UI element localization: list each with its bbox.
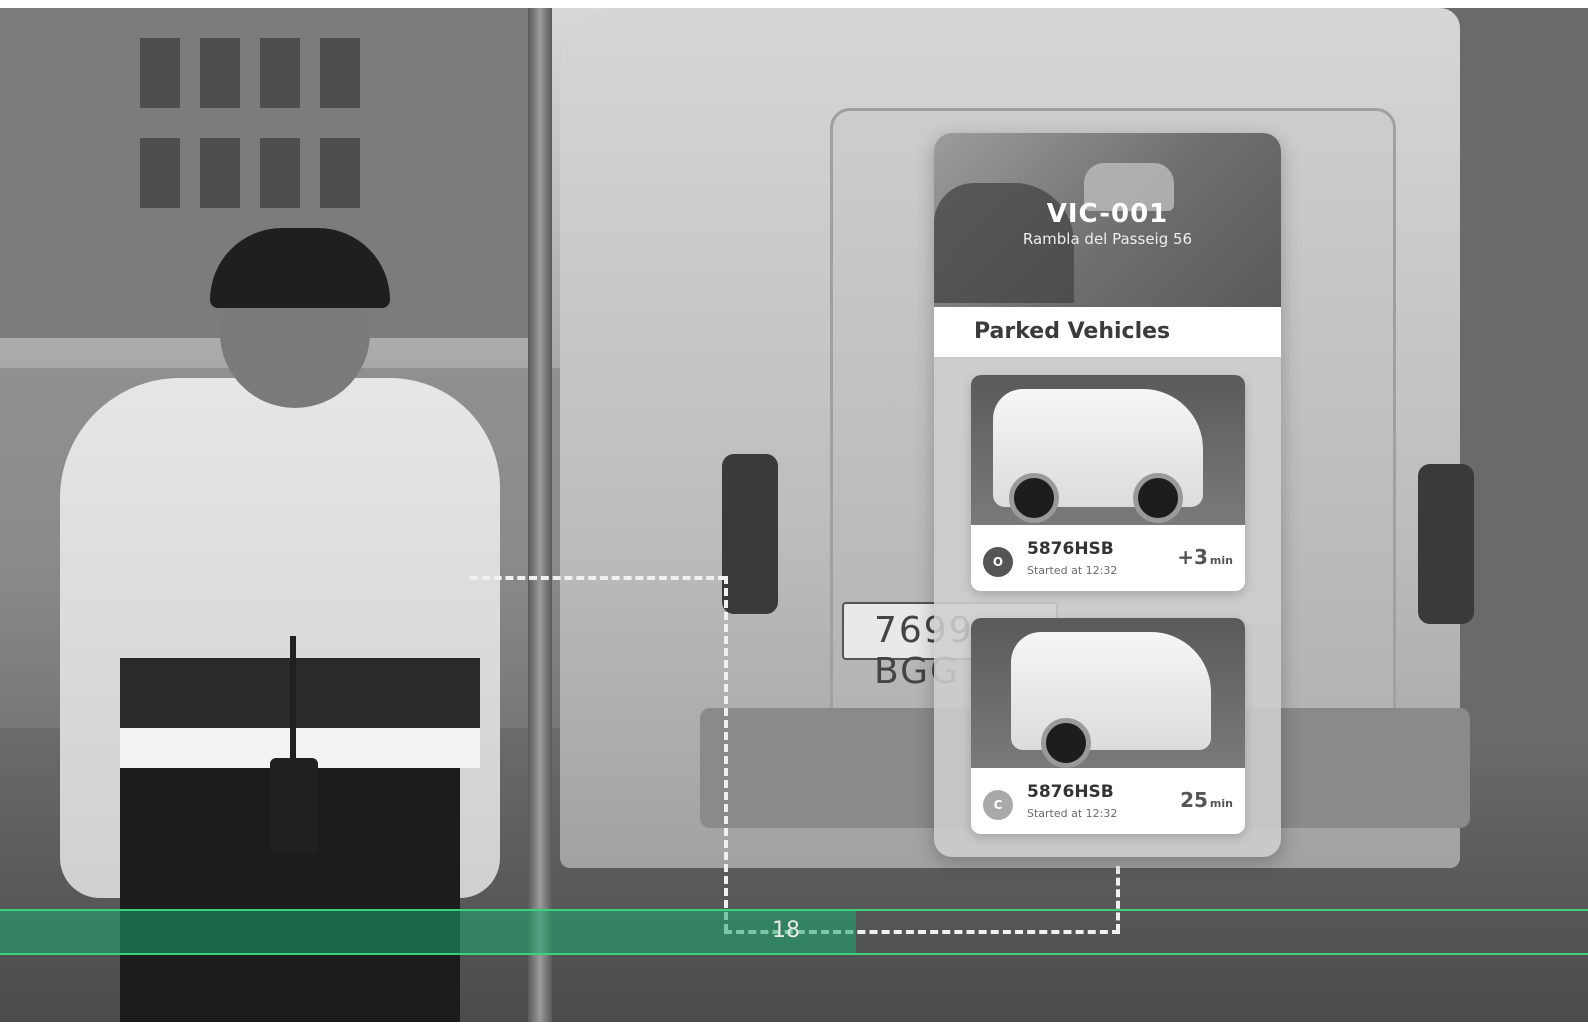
parking-duration: +3 min: [1177, 545, 1233, 569]
building-window: [260, 38, 300, 108]
street-pole: [528, 8, 552, 1022]
duration-unit: min: [1209, 797, 1233, 810]
vehicle-start-time: Started at 12:32: [1027, 807, 1118, 820]
section-title: Parked Vehicles: [974, 319, 1171, 344]
background-photo: 7699 BGG: [0, 8, 1588, 1022]
radio-antenna: [290, 636, 296, 761]
vehicle-start-time: Started at 12:32: [1027, 564, 1118, 577]
building-window: [320, 138, 360, 208]
van-tail-light: [722, 454, 778, 614]
footer-rule: [0, 909, 1588, 911]
vehicle-photo: [971, 618, 1245, 768]
vehicle-info: C 5876HSB Started at 12:32 25 min: [971, 768, 1245, 834]
vehicle-photo: [971, 375, 1245, 525]
parking-station-card: VIC-001 Rambla del Passeig 56 Parked Veh…: [934, 133, 1281, 857]
officer-cap: [210, 228, 390, 308]
walkie-talkie: [270, 758, 318, 853]
page-number: 18: [772, 918, 800, 943]
vehicle-card[interactable]: O 5876HSB Started at 12:32 +3 min: [971, 375, 1245, 591]
building-window: [200, 138, 240, 208]
parking-officer: [60, 228, 500, 1022]
van-wheel: [1133, 473, 1183, 523]
status-badge: C: [983, 790, 1013, 820]
van-tail-light: [1418, 464, 1474, 624]
building-window: [200, 38, 240, 108]
van-wheel: [1041, 718, 1091, 768]
vehicle-card[interactable]: C 5876HSB Started at 12:32 25 min: [971, 618, 1245, 834]
building-window: [140, 38, 180, 108]
connector-line: [1116, 866, 1120, 932]
footer-band: [0, 911, 856, 953]
building-window: [320, 38, 360, 108]
connector-line: [724, 576, 728, 932]
station-address: Rambla del Passeig 56: [1022, 230, 1193, 248]
vehicle-plate: 5876HSB: [1027, 539, 1114, 559]
station-title: VIC-001: [1046, 199, 1169, 229]
vehicle-info: O 5876HSB Started at 12:32 +3 min: [971, 525, 1245, 591]
officer-uniform-band: [120, 658, 480, 728]
vehicle-plate: 5876HSB: [1027, 782, 1114, 802]
connector-line: [470, 576, 726, 580]
duration-value: +3: [1177, 545, 1208, 569]
van-image: [1011, 632, 1211, 750]
footer-rule: [0, 953, 1588, 955]
duration-unit: min: [1209, 554, 1233, 567]
building-window: [140, 138, 180, 208]
parking-duration: 25 min: [1180, 788, 1233, 812]
van-wheel: [1009, 473, 1059, 523]
status-badge: O: [983, 547, 1013, 577]
duration-value: 25: [1180, 788, 1208, 812]
building-window: [260, 138, 300, 208]
